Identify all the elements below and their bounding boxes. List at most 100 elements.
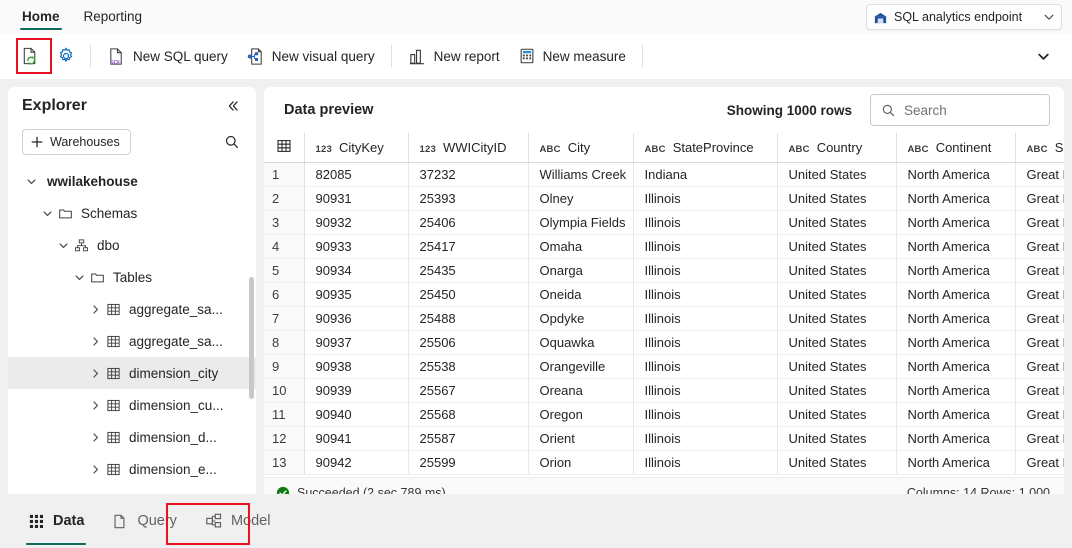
new-measure-button[interactable]: New measure bbox=[509, 40, 635, 72]
cell-country[interactable]: United States bbox=[777, 330, 897, 355]
cell-wwicityid[interactable]: 25406 bbox=[408, 210, 529, 235]
tab-reporting[interactable]: Reporting bbox=[72, 0, 155, 33]
cell-wwicityid[interactable]: 25488 bbox=[408, 306, 529, 331]
cell-country[interactable]: United States bbox=[777, 210, 897, 235]
cell-citykey[interactable]: 90937 bbox=[304, 330, 409, 355]
cell-continent[interactable]: North America bbox=[896, 282, 1016, 307]
cell-stateprovince[interactable]: Illinois bbox=[633, 330, 778, 355]
tree-item-tables[interactable]: Tables bbox=[8, 261, 256, 293]
cell-wwicityid[interactable]: 25393 bbox=[408, 186, 529, 211]
cell-salesterritory[interactable]: Great La bbox=[1015, 210, 1064, 235]
cell-salesterritory[interactable]: Great La bbox=[1015, 258, 1064, 283]
cell-stateprovince[interactable]: Illinois bbox=[633, 354, 778, 379]
cell-salesterritory[interactable]: Great La bbox=[1015, 378, 1064, 403]
tree-item-dimension-city[interactable]: dimension_city bbox=[8, 357, 256, 389]
chevron-down-icon[interactable] bbox=[54, 236, 72, 254]
tab-home[interactable]: Home bbox=[10, 0, 72, 33]
cell-stateprovince[interactable]: Illinois bbox=[633, 378, 778, 403]
toolbar-overflow-button[interactable] bbox=[1032, 45, 1054, 67]
cell-stateprovince[interactable]: Illinois bbox=[633, 306, 778, 331]
cell-city[interactable]: Oreana bbox=[528, 378, 634, 403]
cell-city[interactable]: Oregon bbox=[528, 402, 634, 427]
chevron-right-icon[interactable] bbox=[86, 460, 104, 478]
cell-wwicityid[interactable]: 25568 bbox=[408, 402, 529, 427]
cell-wwicityid[interactable]: 37232 bbox=[408, 162, 529, 187]
new-visual-query-button[interactable]: New visual query bbox=[237, 40, 384, 72]
cell-citykey[interactable]: 90938 bbox=[304, 354, 409, 379]
tree-item-schemas[interactable]: Schemas bbox=[8, 197, 256, 229]
cell-salesterritory[interactable]: Great La bbox=[1015, 330, 1064, 355]
view-tab-data[interactable]: Data bbox=[16, 501, 96, 545]
select-all-cell[interactable] bbox=[264, 133, 305, 163]
cell-salesterritory[interactable]: Great La bbox=[1015, 450, 1064, 475]
table-row[interactable]: 3 90932 25406 Olympia Fields Illinois Un… bbox=[264, 210, 1064, 235]
cell-citykey[interactable]: 90941 bbox=[304, 426, 409, 451]
column-header-continent[interactable]: ABC Continent bbox=[896, 133, 1016, 163]
cell-city[interactable]: Oneida bbox=[528, 282, 634, 307]
cell-salesterritory[interactable]: Great La bbox=[1015, 282, 1064, 307]
cell-salesterritory[interactable]: Great La bbox=[1015, 186, 1064, 211]
cell-citykey[interactable]: 90931 bbox=[304, 186, 409, 211]
cell-city[interactable]: Oquawka bbox=[528, 330, 634, 355]
cell-continent[interactable]: North America bbox=[896, 234, 1016, 259]
table-row[interactable]: 8 90937 25506 Oquawka Illinois United St… bbox=[264, 330, 1064, 355]
settings-button[interactable] bbox=[49, 40, 83, 72]
tree-item-dimension-employee[interactable]: dimension_e... bbox=[8, 453, 256, 485]
cell-continent[interactable]: North America bbox=[896, 210, 1016, 235]
search-input[interactable]: Search bbox=[870, 94, 1050, 126]
cell-continent[interactable]: North America bbox=[896, 378, 1016, 403]
cell-stateprovince[interactable]: Illinois bbox=[633, 402, 778, 427]
cell-stateprovince[interactable]: Illinois bbox=[633, 282, 778, 307]
column-header-country[interactable]: ABC Country bbox=[777, 133, 897, 163]
table-row[interactable]: 11 90940 25568 Oregon Illinois United St… bbox=[264, 402, 1064, 427]
cell-city[interactable]: Olympia Fields bbox=[528, 210, 634, 235]
new-sql-query-button[interactable]: SQL New SQL query bbox=[98, 40, 237, 72]
cell-citykey[interactable]: 90932 bbox=[304, 210, 409, 235]
cell-continent[interactable]: North America bbox=[896, 306, 1016, 331]
column-header-salesterritory[interactable]: ABC Sale bbox=[1015, 133, 1064, 163]
cell-salesterritory[interactable]: Great La bbox=[1015, 234, 1064, 259]
cell-country[interactable]: United States bbox=[777, 162, 897, 187]
cell-stateprovince[interactable]: Illinois bbox=[633, 186, 778, 211]
table-row[interactable]: 4 90933 25417 Omaha Illinois United Stat… bbox=[264, 234, 1064, 259]
tree-item-aggregate-sale-1[interactable]: aggregate_sa... bbox=[8, 293, 256, 325]
cell-city[interactable]: Orangeville bbox=[528, 354, 634, 379]
cell-citykey[interactable]: 90934 bbox=[304, 258, 409, 283]
cell-country[interactable]: United States bbox=[777, 282, 897, 307]
chevron-right-icon[interactable] bbox=[86, 332, 104, 350]
tree-item-dimension-date[interactable]: dimension_d... bbox=[8, 421, 256, 453]
table-row[interactable]: 6 90935 25450 Oneida Illinois United Sta… bbox=[264, 282, 1064, 307]
cell-salesterritory[interactable]: Great La bbox=[1015, 306, 1064, 331]
cell-wwicityid[interactable]: 25506 bbox=[408, 330, 529, 355]
table-row[interactable]: 7 90936 25488 Opdyke Illinois United Sta… bbox=[264, 306, 1064, 331]
cell-continent[interactable]: North America bbox=[896, 330, 1016, 355]
cell-wwicityid[interactable]: 25587 bbox=[408, 426, 529, 451]
cell-citykey[interactable]: 90936 bbox=[304, 306, 409, 331]
cell-wwicityid[interactable]: 25435 bbox=[408, 258, 529, 283]
cell-continent[interactable]: North America bbox=[896, 426, 1016, 451]
cell-stateprovince[interactable]: Illinois bbox=[633, 258, 778, 283]
new-report-button[interactable]: New report bbox=[399, 40, 509, 72]
cell-citykey[interactable]: 90935 bbox=[304, 282, 409, 307]
cell-country[interactable]: United States bbox=[777, 306, 897, 331]
cell-wwicityid[interactable]: 25599 bbox=[408, 450, 529, 475]
table-row[interactable]: 9 90938 25538 Orangeville Illinois Unite… bbox=[264, 354, 1064, 379]
column-header-wwicityid[interactable]: 123 WWICityID bbox=[408, 133, 529, 163]
data-grid-scroll-area[interactable]: 123 CityKey 123 WWICityID ABC City ABC State… bbox=[264, 133, 1064, 477]
tree-item-wwilakehouse[interactable]: wwilakehouse bbox=[8, 165, 256, 197]
cell-stateprovince[interactable]: Illinois bbox=[633, 426, 778, 451]
cell-country[interactable]: United States bbox=[777, 378, 897, 403]
cell-citykey[interactable]: 82085 bbox=[304, 162, 409, 187]
cell-country[interactable]: United States bbox=[777, 402, 897, 427]
cell-country[interactable]: United States bbox=[777, 258, 897, 283]
table-row[interactable]: 2 90931 25393 Olney Illinois United Stat… bbox=[264, 186, 1064, 211]
cell-city[interactable]: Opdyke bbox=[528, 306, 634, 331]
cell-salesterritory[interactable]: Great La bbox=[1015, 426, 1064, 451]
table-row[interactable]: 10 90939 25567 Oreana Illinois United St… bbox=[264, 378, 1064, 403]
cell-city[interactable]: Olney bbox=[528, 186, 634, 211]
cell-citykey[interactable]: 90942 bbox=[304, 450, 409, 475]
cell-stateprovince[interactable]: Indiana bbox=[633, 162, 778, 187]
cell-wwicityid[interactable]: 25538 bbox=[408, 354, 529, 379]
cell-country[interactable]: United States bbox=[777, 234, 897, 259]
cell-stateprovince[interactable]: Illinois bbox=[633, 450, 778, 475]
